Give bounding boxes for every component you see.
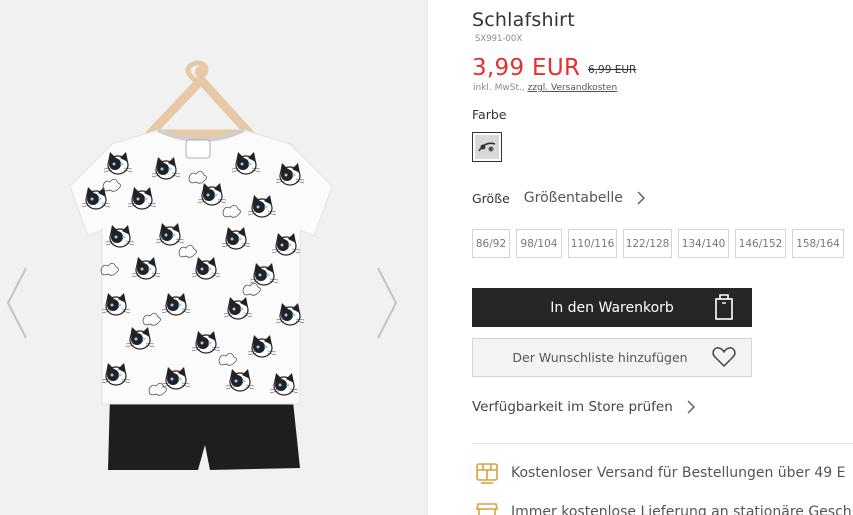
wishlist-label: Der Wunschliste hinzufügen <box>512 350 688 365</box>
product-sku: SX991-00X <box>475 34 523 44</box>
store-availability-link[interactable]: Verfügbarkeit im Store prüfen <box>472 399 695 415</box>
size-option[interactable]: 134/140 <box>678 229 729 258</box>
store-delivery-icon <box>476 503 498 515</box>
size-label: Größe <box>472 190 510 206</box>
size-header: Größe Größentabelle <box>472 190 645 206</box>
benefit-text: Immer kostenlose Lieferung an stationäre… <box>511 504 852 515</box>
size-option[interactable]: 146/152 <box>735 229 786 258</box>
size-option[interactable]: 110/116 <box>568 229 617 258</box>
shipping-costs-link[interactable]: zzgl. Versandkosten <box>528 83 618 93</box>
chevron-right-icon <box>687 400 695 414</box>
benefit-free-shipping: Kostenloser Versand für Bestellungen übe… <box>475 461 846 485</box>
add-to-cart-label: In den Warenkorb <box>550 299 674 316</box>
size-option[interactable]: 98/104 <box>516 229 562 258</box>
product-details-panel: Schlafshirt SX991-00X 3,99 EUR 6,99 EUR … <box>472 0 853 515</box>
cat-pattern-swatch-icon <box>478 142 496 152</box>
color-label: Farbe <box>472 107 507 122</box>
previous-image-chevron-left-icon[interactable] <box>4 266 30 340</box>
store-availability-label: Verfügbarkeit im Store prüfen <box>472 399 673 415</box>
add-to-cart-button[interactable]: In den Warenkorb <box>472 288 752 327</box>
product-image <box>69 60 333 470</box>
product-image-gallery[interactable] <box>0 0 427 515</box>
free-shipping-icon <box>476 463 498 484</box>
gallery-divider <box>427 0 428 515</box>
color-swatch-selected[interactable] <box>472 132 502 162</box>
product-title: Schlafshirt <box>472 9 575 31</box>
tax-text: inkl. MwSt., <box>473 83 528 93</box>
old-price: 6,99 EUR <box>588 64 637 76</box>
benefit-store-delivery: Immer kostenlose Lieferung an stationäre… <box>475 500 852 515</box>
current-price: 3,99 EUR <box>472 55 581 81</box>
section-divider <box>472 443 853 444</box>
add-to-wishlist-button[interactable]: Der Wunschliste hinzufügen <box>472 338 752 377</box>
heart-icon <box>712 347 736 367</box>
benefit-text: Kostenloser Versand für Bestellungen übe… <box>511 465 846 481</box>
size-option[interactable]: 86/92 <box>472 229 510 258</box>
size-option[interactable]: 122/128 <box>623 229 672 258</box>
size-chart-link[interactable]: Größentabelle <box>524 190 623 206</box>
size-option[interactable]: 158/164 <box>792 229 844 258</box>
tax-note: inkl. MwSt., zzgl. Versandkosten <box>473 83 617 93</box>
shopping-bag-icon <box>715 294 733 320</box>
chevron-right-icon[interactable] <box>637 191 645 205</box>
next-image-chevron-right-icon[interactable] <box>374 266 400 340</box>
size-options: 86/92 98/104 110/116 122/128 134/140 146… <box>472 229 850 258</box>
